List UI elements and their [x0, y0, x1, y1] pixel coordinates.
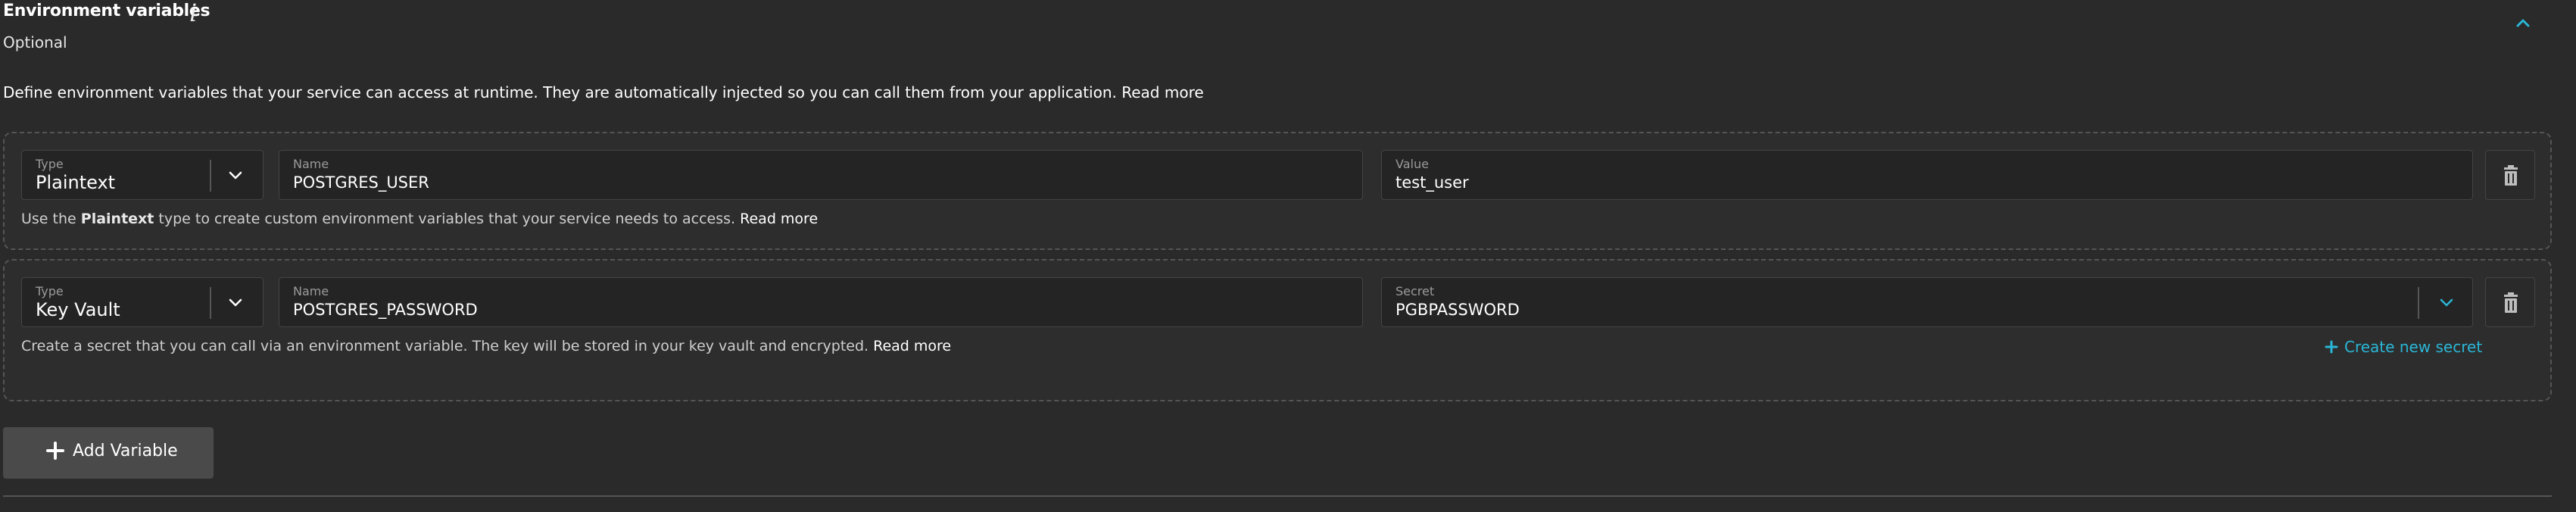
chevron-down-icon[interactable] [228, 170, 243, 181]
name-field[interactable]: Name POSTGRES_USER [279, 150, 1363, 200]
name-value: POSTGRES_PASSWORD [293, 301, 478, 319]
chevron-up-icon[interactable] [2511, 11, 2535, 35]
type-select[interactable]: Type Key Vault [21, 277, 264, 327]
section-description: Define environment variables that your s… [3, 83, 1204, 101]
delete-variable-button[interactable] [2485, 277, 2535, 327]
read-more-link[interactable]: Read more [873, 338, 951, 354]
add-variable-button[interactable]: Add Variable [3, 427, 214, 479]
name-label: Name [293, 157, 329, 171]
name-value: POSTGRES_USER [293, 173, 429, 192]
type-select[interactable]: Type Plaintext [21, 150, 264, 200]
secret-label: Secret [1396, 284, 1435, 298]
help-bold: Plaintext [80, 211, 154, 227]
secret-select[interactable]: Secret PGBPASSWORD [1381, 277, 2473, 327]
variable-row-key-vault: Type Key Vault Name POSTGRES_PASSWORD Se… [3, 259, 2552, 401]
type-label: Type [36, 157, 64, 171]
add-variable-label: Add Variable [73, 442, 178, 460]
value-field[interactable]: Value test_user [1381, 150, 2473, 200]
chevron-down-icon[interactable] [2439, 298, 2454, 308]
value-value: test_user [1396, 173, 1469, 192]
select-divider [210, 287, 211, 319]
variable-row-plaintext: Type Plaintext Name POSTGRES_USER Value … [3, 132, 2552, 250]
trash-icon [2504, 292, 2518, 313]
type-value: Plaintext [36, 172, 116, 193]
secret-value: PGBPASSWORD [1396, 301, 1520, 319]
info-icon[interactable]: i [189, 0, 197, 27]
name-label: Name [293, 284, 329, 298]
variable-help-text: Use the Plaintext type to create custom … [21, 211, 819, 227]
section-title: Environment variables [3, 2, 211, 20]
read-more-link[interactable]: Read more [740, 211, 818, 227]
chevron-down-icon[interactable] [228, 298, 243, 308]
plus-icon [46, 442, 64, 460]
create-new-secret-link[interactable]: Create new secret [2325, 338, 2482, 356]
trash-icon [2504, 165, 2518, 186]
delete-variable-button[interactable] [2485, 150, 2535, 200]
name-field[interactable]: Name POSTGRES_PASSWORD [279, 277, 1363, 327]
section-subtitle: Optional [3, 33, 67, 52]
value-label: Value [1396, 157, 1429, 171]
variable-help-text: Create a secret that you can call via an… [21, 338, 952, 354]
section-divider [3, 495, 2552, 497]
plus-icon [2325, 340, 2338, 354]
select-divider [210, 160, 211, 192]
type-label: Type [36, 284, 64, 298]
type-value: Key Vault [36, 299, 120, 320]
select-divider [2418, 287, 2419, 319]
